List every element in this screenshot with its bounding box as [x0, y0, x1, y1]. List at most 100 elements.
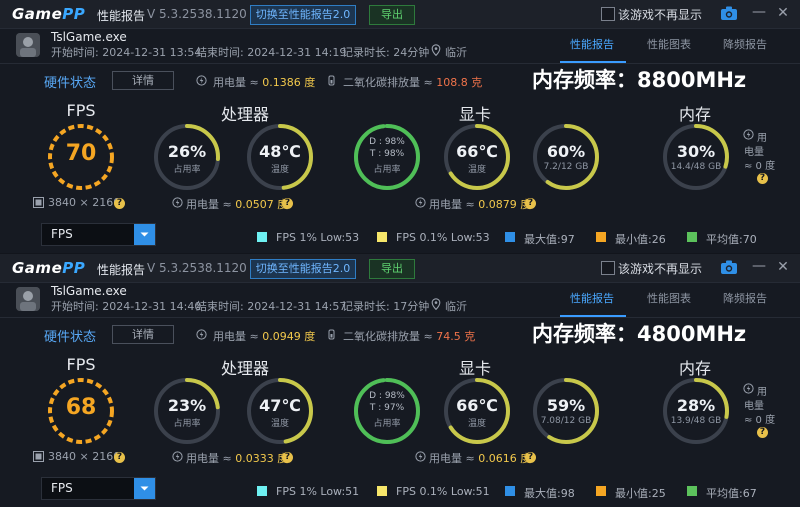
tab-performance-report[interactable]: 性能报告: [570, 36, 614, 52]
metric-select-value: FPS: [51, 227, 73, 241]
gpu-temp-label: 温度: [467, 419, 486, 429]
duration: 记录时长: 17分钟: [342, 300, 430, 313]
camera-icon[interactable]: [721, 260, 737, 274]
co2-label: 二氧化碳排放量 ≈ 74.5 克: [343, 330, 476, 343]
cpu-power-help-icon[interactable]: ?: [282, 452, 293, 463]
location: 临沂: [445, 300, 467, 313]
memory-frequency-banner: 内存频率：8800MHz: [532, 68, 747, 92]
memory-detail: 13.9/48 GB: [670, 416, 722, 426]
app-logo: GamePP: [12, 5, 86, 23]
total-power-value: 0.1386 度: [262, 76, 316, 89]
game-avatar: [16, 33, 40, 57]
end-time: 结束时间: 2024-12-31 14:19: [196, 46, 347, 59]
metric-select[interactable]: FPS: [41, 223, 156, 246]
gpu-temp-gauge: 66℃ 温度: [442, 122, 512, 192]
legend-swatch-2: [377, 486, 387, 496]
cpu-temp-gauge: 47℃ 温度: [245, 376, 315, 446]
tab-throttle-report[interactable]: 降频报告: [723, 290, 767, 306]
gpu-d-value: D : 98%: [369, 391, 405, 401]
legend-swatch-1: [257, 486, 267, 496]
memory-power-label-2: 电量: [744, 147, 764, 158]
end-time: 结束时间: 2024-12-31 14:57: [196, 300, 347, 313]
gpu-power-value: 0.0879 度: [478, 198, 532, 211]
close-button[interactable]: ✕: [776, 5, 790, 21]
total-power-value: 0.0949 度: [262, 330, 316, 343]
memory-power-help-icon[interactable]: ?: [757, 427, 768, 438]
vram-detail: 7.2/12 GB: [543, 162, 589, 172]
metric-select-value: FPS: [51, 481, 73, 495]
duration: 记录时长: 24分钟: [342, 46, 430, 59]
gpu-usage-label: 占用率: [373, 165, 401, 175]
tab-performance-chart[interactable]: 性能图表: [647, 290, 691, 306]
memory-power-value: ≈ 0 度: [744, 161, 776, 172]
vram-gauge: 59% 7.08/12 GB: [531, 376, 601, 446]
chevron-down-icon[interactable]: [134, 224, 155, 245]
cpu-usage-gauge: 26% 占用率: [152, 122, 222, 192]
resolution-help-icon[interactable]: ?: [114, 198, 125, 209]
detail-button[interactable]: 详情: [112, 71, 174, 90]
chevron-down-icon[interactable]: [134, 478, 155, 499]
gpu-temp-value: 66℃: [456, 396, 498, 415]
cpu-usage-label: 占用率: [173, 165, 201, 175]
legend-max: 最大值:97: [524, 233, 575, 246]
legend-swatch-3: [505, 486, 515, 496]
no-show-label: 该游戏不再显示: [618, 262, 703, 276]
tab-performance-report[interactable]: 性能报告: [570, 290, 614, 306]
version-label: V 5.3.2538.1120: [147, 7, 247, 21]
switch-report-2-button[interactable]: 切换至性能报告2.0: [250, 259, 356, 279]
cpu-power-value: 0.0333 度: [235, 452, 289, 465]
legend-avg: 平均值:67: [706, 487, 757, 500]
cpu-usage-gauge: 23% 占用率: [152, 376, 222, 446]
co2-label: 二氧化碳排放量 ≈ 108.8 克: [343, 76, 483, 89]
legend-max: 最大值:98: [524, 487, 575, 500]
memory-detail: 14.4/48 GB: [670, 162, 722, 172]
cpu-temp-value: 48℃: [259, 142, 301, 161]
legend-min: 最小值:26: [615, 233, 666, 246]
no-show-checkbox[interactable]: [601, 7, 615, 21]
cpu-temp-gauge: 48℃ 温度: [245, 122, 315, 192]
gpu-temp-value: 66℃: [456, 142, 498, 161]
version-label: V 5.3.2538.1120: [147, 261, 247, 275]
metric-select[interactable]: FPS: [41, 477, 156, 500]
legend-min: 最小值:25: [615, 487, 666, 500]
export-button[interactable]: 导出: [369, 259, 415, 279]
gpu-power-help-icon[interactable]: ?: [525, 452, 536, 463]
switch-report-2-button[interactable]: 切换至性能报告2.0: [250, 5, 356, 25]
detail-button[interactable]: 详情: [112, 325, 174, 344]
memory-power-help-icon[interactable]: ?: [757, 173, 768, 184]
app-logo: GamePP: [12, 259, 86, 277]
close-button[interactable]: ✕: [776, 259, 790, 275]
total-power-label: 用电量 ≈ 0.0949 度: [213, 330, 316, 343]
cpu-power-label: 用电量 ≈ 0.0507 度: [186, 198, 289, 211]
cpu-power-help-icon[interactable]: ?: [282, 198, 293, 209]
legend-swatch-4: [596, 232, 606, 242]
performance-report-panel: GamePP 性能报告 V 5.3.2538.1120 切换至性能报告2.0 导…: [0, 254, 800, 507]
cpu-temp-label: 温度: [270, 419, 289, 429]
minimize-button[interactable]: —: [752, 259, 766, 275]
gpu-power-help-icon[interactable]: ?: [525, 198, 536, 209]
co2-value: 74.5 克: [436, 330, 476, 343]
gpu-t-value: T : 97%: [369, 403, 405, 413]
resolution-help-icon[interactable]: ?: [114, 452, 125, 463]
power-icon: [196, 75, 207, 86]
legend-swatch-3: [505, 232, 515, 242]
vram-detail: 7.08/12 GB: [540, 416, 592, 426]
title-bar: GamePP 性能报告 V 5.3.2538.1120 切换至性能报告2.0 导…: [0, 0, 800, 29]
camera-icon[interactable]: [721, 6, 737, 20]
tab-performance-chart[interactable]: 性能图表: [647, 36, 691, 52]
legend-swatch-2: [377, 232, 387, 242]
window-title: 性能报告: [97, 263, 146, 277]
cpu-usage-value: 26%: [167, 142, 207, 161]
gpu-temp-label: 温度: [467, 165, 486, 175]
gpu-usage-gauge: D : 98% T : 98% 占用率: [352, 122, 422, 192]
memory-value: 30%: [676, 142, 716, 161]
fps-gauge: 68: [46, 376, 116, 446]
minimize-button[interactable]: —: [752, 5, 766, 21]
window-title: 性能报告: [97, 9, 146, 23]
tab-throttle-report[interactable]: 降频报告: [723, 36, 767, 52]
export-button[interactable]: 导出: [369, 5, 415, 25]
no-show-checkbox[interactable]: [601, 261, 615, 275]
memory-power-icon: [743, 383, 754, 394]
start-time: 开始时间: 2024-12-31 14:40: [51, 300, 202, 313]
fps-gauge: 70: [46, 122, 116, 192]
